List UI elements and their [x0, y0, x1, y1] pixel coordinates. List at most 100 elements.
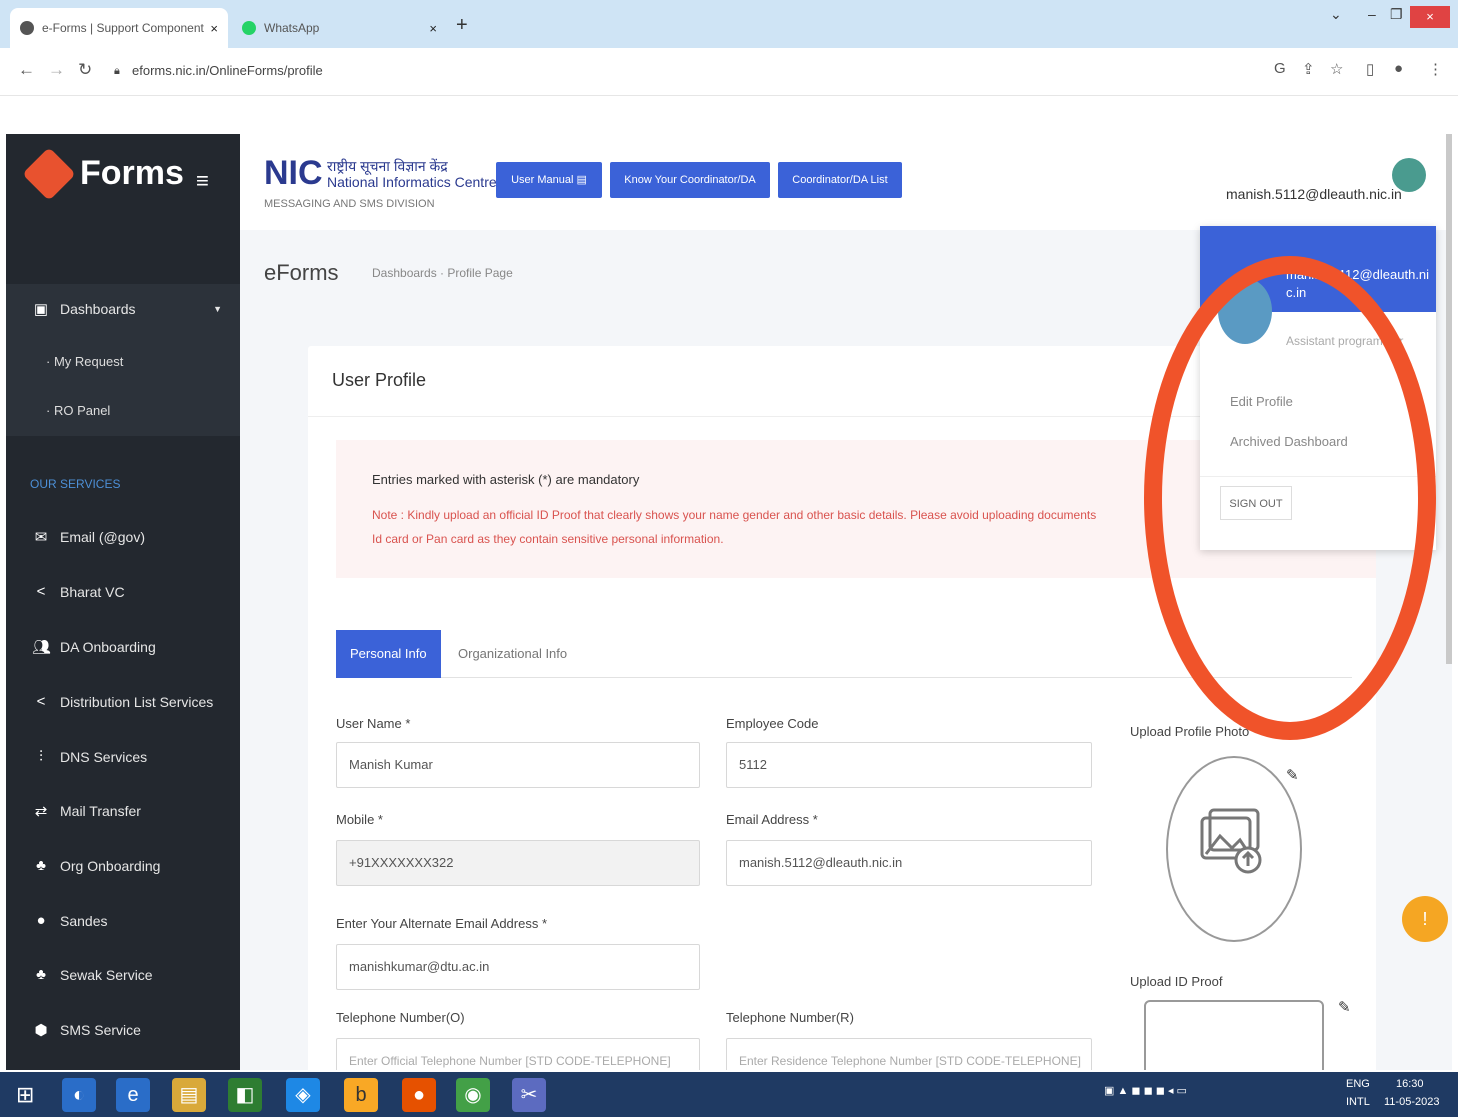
- sidebar-item-mail-transfer[interactable]: ⇄ Mail Transfer: [32, 802, 141, 820]
- snipping-icon[interactable]: ✂: [512, 1078, 546, 1112]
- avatar[interactable]: [1392, 158, 1426, 192]
- sidebar-item-label: My Request: [53, 354, 124, 369]
- dashboard-icon: ▣: [33, 301, 49, 318]
- upload-id-area[interactable]: [1144, 1000, 1324, 1070]
- alt-email-label: Enter Your Alternate Email Address *: [336, 916, 548, 931]
- sidebar-subitem-ro-panel[interactable]: · RO Panel: [46, 403, 110, 418]
- sidebar-item-da-onboarding[interactable]: 👥︎ DA Onboarding: [32, 638, 156, 656]
- sidebar-subitem-my-request[interactable]: · My Request: [46, 354, 123, 369]
- sidebar-item-bharat-vc[interactable]: < Bharat VC: [32, 583, 125, 601]
- sidebar-item-label: RO Panel: [53, 403, 111, 418]
- firefox-icon[interactable]: ●: [402, 1078, 436, 1112]
- eforms-logo[interactable]: Forms: [22, 146, 184, 201]
- restore-button[interactable]: ❐: [1390, 6, 1403, 23]
- star-icon[interactable]: ☆: [1330, 60, 1343, 78]
- scrollbar[interactable]: [1446, 134, 1452, 664]
- new-tab-button[interactable]: +: [456, 14, 468, 37]
- lock-icon: 🔒︎: [114, 65, 120, 77]
- breadcrumb[interactable]: Dashboards · Profile Page: [372, 266, 513, 280]
- page: Forms ≡ ▣ Dashboards ▼ · My Request · RO…: [6, 134, 1452, 1070]
- tel-residence-input[interactable]: Enter Residence Telephone Number [STD CO…: [726, 1038, 1092, 1070]
- sign-out-button[interactable]: SIGN OUT: [1220, 486, 1292, 520]
- sidebar-item-dashboards[interactable]: ▣ Dashboards ▼: [32, 300, 222, 318]
- taskbar: ⊞ ◐ e ▤ ◧ ◈ b ● ◉ ✂ ▣ ▲ ◼ ◼ ◼ ◂ ▭ ENG IN…: [0, 1072, 1458, 1117]
- system-tray-icons[interactable]: ▣ ▲ ◼ ◼ ◼ ◂ ▭: [1104, 1084, 1187, 1097]
- nic-hindi: राष्ट्रीय सूचना विज्ञान केंद्र: [327, 157, 448, 174]
- reload-icon[interactable]: ↻: [78, 60, 92, 80]
- dropdown-role: Assistant programmer: [1286, 334, 1404, 348]
- exchange-icon: ⇄: [34, 803, 48, 820]
- email-input[interactable]: manish.5112@dleauth.nic.in: [726, 840, 1092, 886]
- sidebar-item-label: Sandes: [60, 913, 108, 929]
- language-indicator[interactable]: ENG: [1346, 1078, 1370, 1090]
- edge-icon[interactable]: ◐: [62, 1078, 96, 1112]
- employee-code-input[interactable]: 5112: [726, 742, 1092, 788]
- user-manual-button[interactable]: User Manual ▤: [496, 162, 602, 198]
- eforms-logo-mark: [22, 146, 76, 201]
- tab-organizational-info[interactable]: Organizational Info: [444, 630, 581, 678]
- user-email[interactable]: manish.5112@dleauth.nic.in: [1226, 186, 1402, 202]
- tel-office-input[interactable]: Enter Official Telephone Number [STD COD…: [336, 1038, 700, 1070]
- clock-date[interactable]: 11-05-2023: [1384, 1096, 1439, 1108]
- user-name-input[interactable]: Manish Kumar: [336, 742, 700, 788]
- profile-icon[interactable]: ●: [1394, 60, 1403, 77]
- chrome-icon[interactable]: ◉: [456, 1078, 490, 1112]
- edit-id-icon[interactable]: ✎: [1338, 998, 1351, 1016]
- top-header: NIC राष्ट्रीय सूचना विज्ञान केंद्र Natio…: [240, 134, 1452, 230]
- coordinator-list-button[interactable]: Coordinator/DA List: [778, 162, 902, 198]
- nic-logo[interactable]: NIC राष्ट्रीय सूचना विज्ञान केंद्र Natio…: [264, 154, 497, 193]
- minimize-button[interactable]: –: [1368, 6, 1376, 22]
- close-icon[interactable]: ×: [210, 21, 218, 36]
- forward-icon[interactable]: →: [48, 60, 65, 80]
- window-close-button[interactable]: ×: [1410, 6, 1450, 28]
- ie-icon[interactable]: e: [116, 1078, 150, 1112]
- sidepanel-icon[interactable]: ▯: [1366, 60, 1374, 78]
- translate-icon[interactable]: G: [1274, 60, 1286, 77]
- file-explorer-icon[interactable]: ▤: [172, 1078, 206, 1112]
- sidebar-item-sandes[interactable]: ● Sandes: [32, 912, 107, 930]
- windows-start-icon[interactable]: ⊞: [16, 1082, 34, 1108]
- sidebar-item-email[interactable]: ✉ Email (@gov): [32, 528, 145, 546]
- url-text: eforms.nic.in/OnlineForms/profile: [132, 63, 323, 78]
- browser-tab-eforms[interactable]: e-Forms | Support Component / ×: [10, 8, 228, 48]
- kebab-menu-icon[interactable]: ⋮: [1428, 60, 1443, 78]
- share-icon[interactable]: ⇪: [1302, 60, 1315, 78]
- sitemap-icon: ♣: [36, 966, 46, 983]
- browser-tab-whatsapp[interactable]: WhatsApp ×: [232, 8, 447, 48]
- url-field[interactable]: 🔒︎ eforms.nic.in/OnlineForms/profile: [112, 57, 1262, 85]
- sidebar-item-distribution-list[interactable]: < Distribution List Services: [32, 693, 214, 711]
- region-indicator[interactable]: INTL: [1346, 1096, 1370, 1108]
- caret-down-icon: ▼: [213, 304, 222, 314]
- nic-english: National Informatics Centre: [327, 173, 497, 190]
- whatsapp-icon: [242, 21, 256, 35]
- menu-icon[interactable]: ≡: [196, 168, 209, 194]
- clock-time[interactable]: 16:30: [1396, 1078, 1424, 1090]
- back-icon[interactable]: ←: [18, 60, 35, 80]
- office-icon[interactable]: ◧: [228, 1078, 262, 1112]
- tab-personal-info[interactable]: Personal Info: [336, 630, 441, 678]
- image-upload-icon: [1200, 808, 1262, 874]
- sidebar-item-label: Dashboards: [60, 301, 136, 317]
- user-name-label: User Name *: [336, 716, 411, 731]
- mobile-input[interactable]: +91XXXXXXX322: [336, 840, 700, 886]
- app-icon[interactable]: ◈: [286, 1078, 320, 1112]
- edit-photo-icon[interactable]: ✎: [1286, 766, 1299, 784]
- sidebar-item-sms[interactable]: ⬢ SMS Service: [32, 1021, 140, 1039]
- close-icon[interactable]: ×: [429, 21, 437, 36]
- alt-email-input[interactable]: manishkumar@dtu.ac.in: [336, 944, 700, 990]
- edit-profile-link[interactable]: Edit Profile: [1230, 394, 1293, 409]
- sidebar-item-org-onboarding[interactable]: ♣ Org Onboarding: [32, 857, 160, 875]
- sidebar-item-dns[interactable]: ⫶ DNS Services: [32, 748, 147, 766]
- sidebar-item-label: Sewak Service: [60, 967, 153, 983]
- archived-dashboard-link[interactable]: Archived Dashboard: [1230, 434, 1348, 449]
- envelope-icon: ✉: [34, 529, 48, 546]
- know-coordinator-button[interactable]: Know Your Coordinator/DA: [610, 162, 770, 198]
- mandatory-note: Entries marked with asterisk (*) are man…: [372, 472, 640, 487]
- sidebar-item-sewak[interactable]: ♣ Sewak Service: [32, 966, 153, 984]
- chevron-down-icon[interactable]: ⌄: [1330, 6, 1342, 23]
- bing-icon[interactable]: b: [344, 1078, 378, 1112]
- mobile-label: Mobile *: [336, 812, 383, 827]
- employee-code-label: Employee Code: [726, 716, 819, 731]
- help-icon[interactable]: !: [1402, 896, 1448, 942]
- nic-logo-mark: NIC: [264, 154, 323, 192]
